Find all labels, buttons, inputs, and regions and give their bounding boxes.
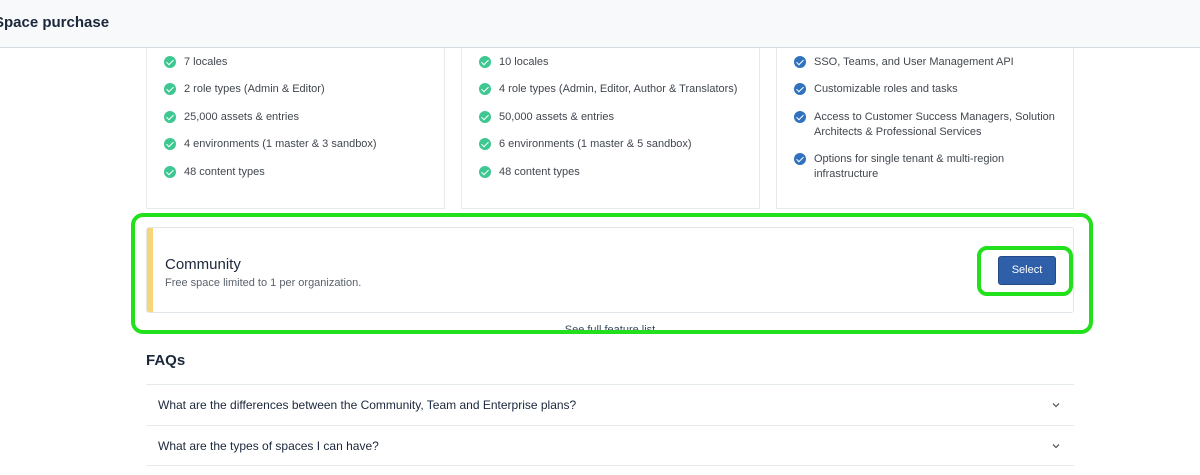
check-circle-icon [479,138,491,150]
feature-text: 48 content types [184,166,265,178]
feature-item: 4 role types (Admin, Editor, Author & Tr… [479,82,747,97]
feature-item: SSO, Teams, and User Management API [794,55,1062,70]
faqs-heading: FAQs [146,352,186,369]
faq-question: What are the differences between the Com… [158,398,577,412]
chevron-down-icon[interactable] [1051,441,1061,451]
feature-text: 25,000 assets & entries [184,111,299,123]
faq-question: What are the types of spaces I can have? [158,439,379,453]
feature-item: 48 content types [164,165,432,180]
feature-text: 4 environments (1 master & 3 sandbox) [184,138,377,150]
feature-item: 7 locales [164,55,432,70]
feature-item: 10 locales [479,55,747,70]
check-circle-icon [164,83,176,95]
feature-text: 48 content types [499,166,580,178]
page-title: Space purchase [0,14,110,31]
check-circle-icon [164,56,176,68]
check-circle-icon [479,166,491,178]
check-circle-icon [164,166,176,178]
feature-item: Customizable roles and tasks [794,82,1062,97]
feature-item: Access to Customer Success Managers, Sol… [794,110,1062,140]
check-circle-icon [479,56,491,68]
feature-text: 50,000 assets & entries [499,111,614,123]
feature-text: 4 role types (Admin, Editor, Author & Tr… [499,83,738,95]
feature-text: 2 role types (Admin & Editor) [184,83,325,95]
check-circle-icon [794,56,806,68]
faq-item[interactable]: What are the differences between the Com… [146,384,1074,425]
check-circle-icon [794,153,806,165]
chevron-down-icon[interactable] [1051,400,1061,410]
plan-column-3: SSO, Teams, and User Management API Cust… [776,48,1074,209]
feature-text: 10 locales [499,56,549,68]
plan-column-1: 7 locales 2 role types (Admin & Editor) … [146,48,445,209]
feature-item: 6 environments (1 master & 5 sandbox) [479,137,747,152]
feature-item: 4 environments (1 master & 3 sandbox) [164,137,432,152]
check-circle-icon [164,138,176,150]
check-circle-icon [479,83,491,95]
feature-text: SSO, Teams, and User Management API [814,56,1014,68]
feature-text: Options for single tenant & multi-region… [814,153,1005,180]
check-circle-icon [164,111,176,123]
check-circle-icon [794,111,806,123]
highlight-box-button [977,246,1073,296]
feature-text: Access to Customer Success Managers, Sol… [814,111,1055,138]
feature-text: 7 locales [184,56,228,68]
feature-item: 25,000 assets & entries [164,110,432,125]
check-circle-icon [794,83,806,95]
faq-item[interactable]: What are the types of spaces I can have? [146,425,1074,466]
check-circle-icon [479,111,491,123]
feature-text: 6 environments (1 master & 5 sandbox) [499,138,692,150]
feature-item: 48 content types [479,165,747,180]
top-bar: Space purchase [0,0,1200,48]
feature-item: 50,000 assets & entries [479,110,747,125]
feature-item: Options for single tenant & multi-region… [794,152,1062,182]
feature-text: Customizable roles and tasks [814,83,958,95]
highlight-box-card [131,213,1093,334]
feature-item: 2 role types (Admin & Editor) [164,82,432,97]
plan-column-2: 10 locales 4 role types (Admin, Editor, … [461,48,760,209]
